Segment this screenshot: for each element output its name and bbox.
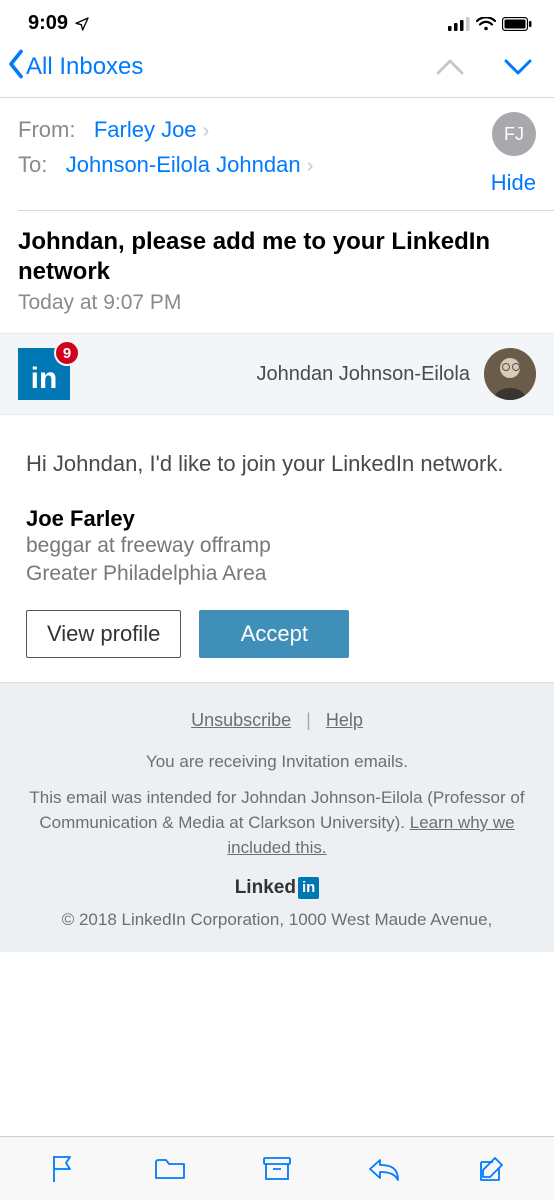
from-label: From: <box>18 117 75 142</box>
sender-avatar[interactable]: FJ <box>492 112 536 156</box>
location-icon <box>74 16 90 32</box>
footer-copyright: © 2018 LinkedIn Corporation, 1000 West M… <box>18 908 536 933</box>
chevron-right-icon: › <box>203 120 210 142</box>
compose-button[interactable] <box>469 1147 513 1191</box>
view-profile-button[interactable]: View profile <box>26 610 181 658</box>
nav-bar: All Inboxes <box>0 39 554 97</box>
back-label: All Inboxes <box>26 53 143 81</box>
from-name: Farley Joe <box>94 117 197 142</box>
folder-button[interactable] <box>148 1147 192 1191</box>
to-row[interactable]: To: Johnson-Eilola Johndan › <box>18 147 313 182</box>
divider: | <box>306 710 311 730</box>
status-time: 9:09 <box>28 12 68 35</box>
greeting-text: Hi Johndan, I'd like to join your Linked… <box>26 449 528 480</box>
to-label: To: <box>18 152 47 177</box>
sender-role: beggar at freeway offramp <box>26 532 528 560</box>
recipient-avatar[interactable] <box>484 348 536 400</box>
sender-name: Joe Farley <box>26 506 528 532</box>
footer-reason: You are receiving Invitation emails. <box>18 750 536 775</box>
next-message-button[interactable] <box>504 58 532 76</box>
subject-date: Today at 9:07 PM <box>18 291 536 315</box>
chevron-left-icon <box>6 49 26 85</box>
linkedin-logo-icon[interactable]: in 9 <box>18 348 70 400</box>
flag-button[interactable] <box>41 1147 85 1191</box>
cellular-icon <box>448 17 470 31</box>
chevron-right-icon: › <box>307 155 314 177</box>
hide-button[interactable]: Hide <box>491 170 536 196</box>
battery-icon <box>502 17 532 31</box>
back-button[interactable]: All Inboxes <box>6 49 143 85</box>
footer-intended: This email was intended for Johndan John… <box>18 786 536 860</box>
notification-badge: 9 <box>54 340 80 366</box>
sender-location: Greater Philadelphia Area <box>26 560 528 588</box>
help-link[interactable]: Help <box>326 710 363 730</box>
to-name: Johnson-Eilola Johndan <box>66 152 301 177</box>
wifi-icon <box>476 17 496 31</box>
status-bar: 9:09 <box>0 0 554 39</box>
subject-block: Johndan, please add me to your LinkedIn … <box>0 211 554 333</box>
prev-message-button[interactable] <box>436 58 464 76</box>
bottom-toolbar <box>0 1136 554 1200</box>
recipient-name: Johndan Johnson-Eilola <box>84 363 470 386</box>
linkedin-footer-logo: Linkedin <box>235 874 320 902</box>
unsubscribe-link[interactable]: Unsubscribe <box>191 710 291 730</box>
message-header: From: Farley Joe › To: Johnson-Eilola Jo… <box>0 98 554 210</box>
subject-text: Johndan, please add me to your LinkedIn … <box>18 227 536 287</box>
linkedin-banner: in 9 Johndan Johnson-Eilola <box>0 333 554 415</box>
from-row[interactable]: From: Farley Joe › <box>18 112 313 147</box>
archive-button[interactable] <box>255 1147 299 1191</box>
accept-button[interactable]: Accept <box>199 610 349 658</box>
email-footer: Unsubscribe | Help You are receiving Inv… <box>0 682 554 952</box>
reply-button[interactable] <box>362 1147 406 1191</box>
message-body: Hi Johndan, I'd like to join your Linked… <box>0 415 554 682</box>
